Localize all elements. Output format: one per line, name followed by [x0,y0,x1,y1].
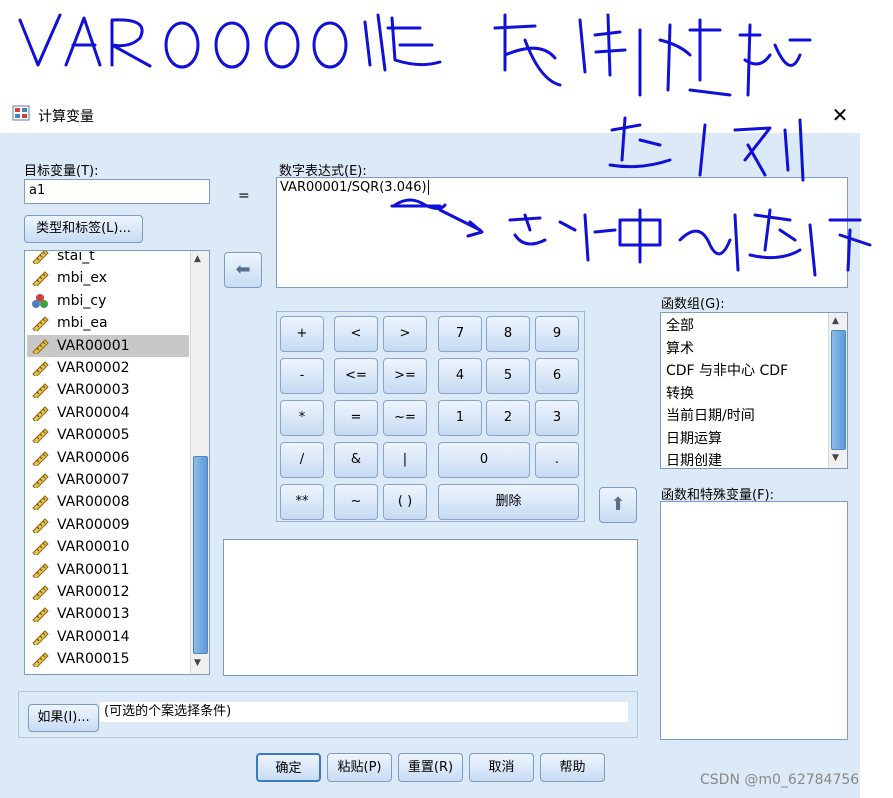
handwritten-annotations [18,13,872,277]
handwriting-first-row-total [393,198,872,277]
handwriting-first-column [608,116,805,182]
handwriting-var00001-is-copied [18,13,812,97]
